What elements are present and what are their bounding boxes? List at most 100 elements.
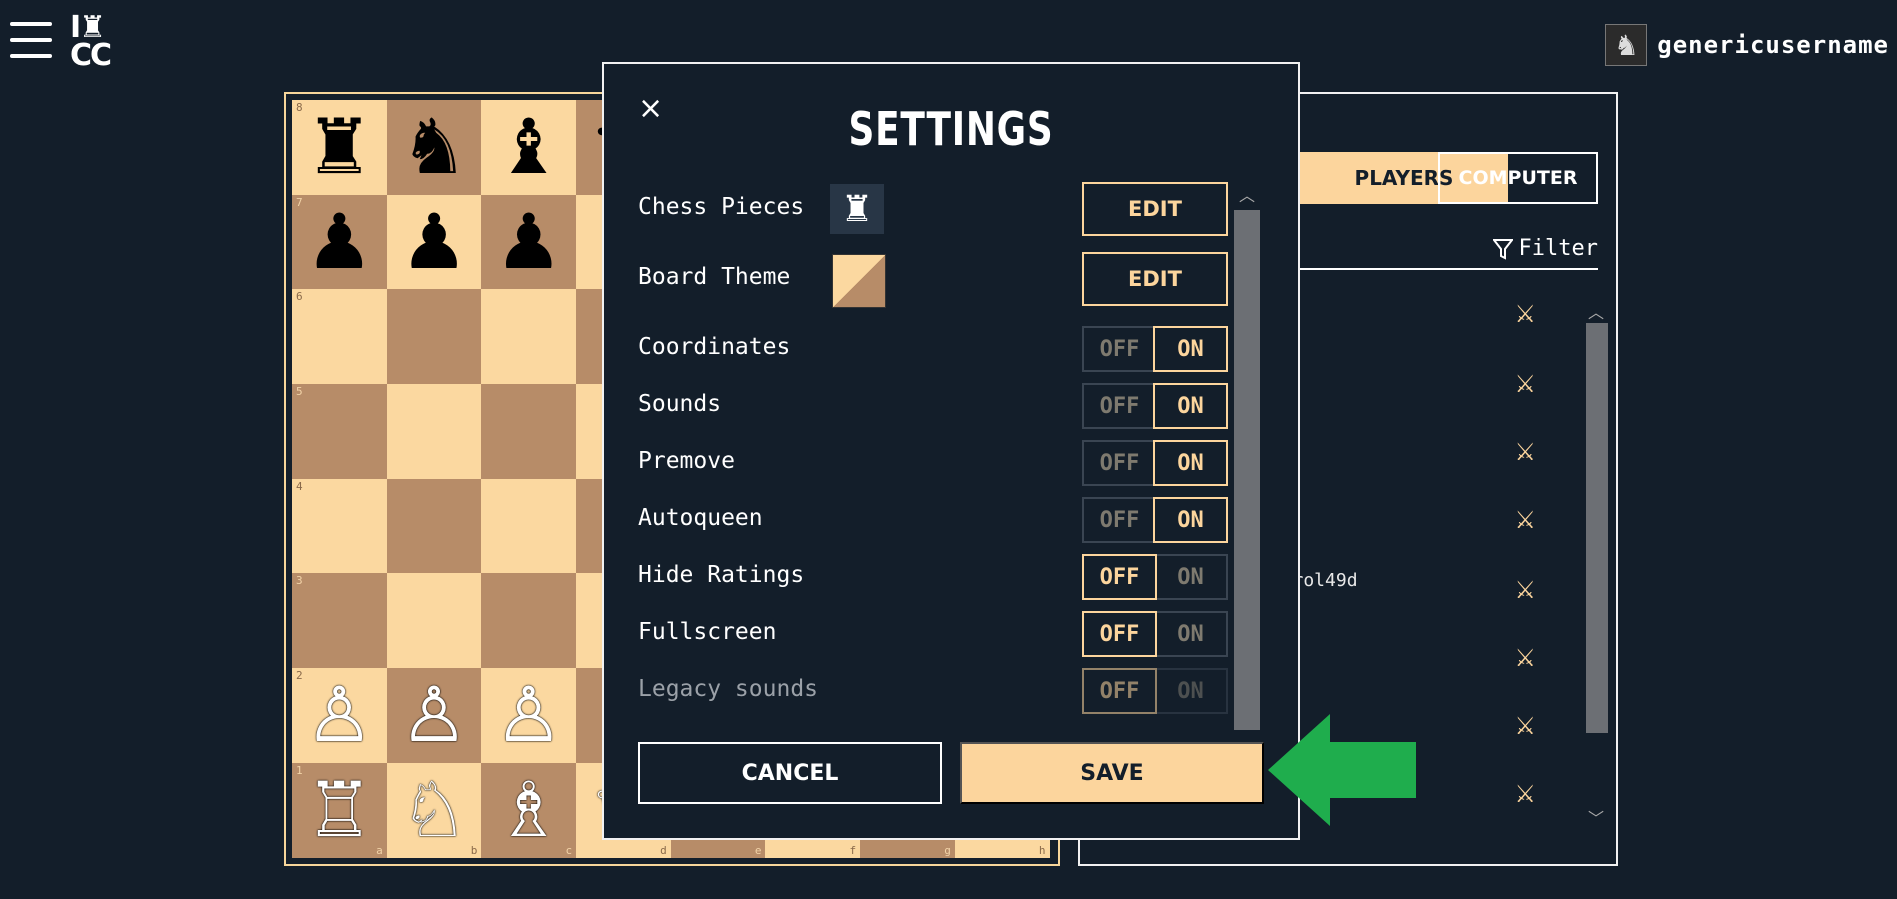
scroll-down-icon[interactable]: ﹀	[1588, 805, 1604, 829]
board-square[interactable]	[386, 573, 482, 669]
board-square[interactable]: 2 ♙	[292, 668, 387, 763]
toggle-switch[interactable]: OFF ON	[1082, 440, 1228, 486]
challenge-swords-icon[interactable]: ⚔	[1514, 644, 1536, 672]
username[interactable]: genericusername	[1657, 31, 1889, 59]
toggle-on-option[interactable]: ON	[1155, 613, 1226, 655]
challenge-swords-icon[interactable]: ⚔	[1514, 438, 1536, 466]
board-square[interactable]: 3	[292, 573, 387, 669]
toggle-off-option[interactable]: OFF	[1082, 611, 1157, 657]
file-label: c	[565, 843, 573, 857]
toggle-switch[interactable]: OFF ON	[1082, 554, 1228, 600]
filter-button[interactable]: Filter	[1492, 236, 1598, 261]
settings-scrollbar[interactable]: ︿	[1234, 182, 1260, 742]
avatar[interactable]: ♞	[1605, 24, 1648, 66]
setting-label: Coordinates	[638, 334, 791, 360]
challenge-swords-icon[interactable]: ⚔	[1514, 370, 1536, 398]
board-square[interactable]: ♞	[386, 100, 482, 195]
setting-label: Legacy sounds	[638, 676, 819, 702]
board-square[interactable]	[481, 478, 577, 574]
file-label: d	[660, 843, 667, 857]
board-square[interactable]: 8 ♜	[292, 100, 387, 195]
toggle-switch[interactable]: OFF ON	[1082, 326, 1228, 372]
chess-piece-icon[interactable]: ♙	[495, 677, 563, 753]
setting-coordinates: Coordinates OFF ON	[638, 322, 1228, 374]
chess-piece-icon[interactable]: ♟	[400, 204, 468, 280]
toggle-on-option[interactable]: ON	[1155, 556, 1226, 598]
scrollbar-thumb[interactable]	[1234, 210, 1260, 730]
board-square[interactable]	[481, 289, 577, 385]
chess-piece-icon[interactable]: ♗	[495, 772, 563, 848]
modal-title: SETTINGS	[848, 102, 1054, 156]
challenge-swords-icon[interactable]: ⚔	[1514, 506, 1536, 534]
board-square[interactable]	[386, 384, 482, 479]
challenge-swords-icon[interactable]: ⚔	[1514, 780, 1536, 808]
file-label: g	[944, 843, 951, 857]
hamburger-menu-icon[interactable]	[10, 22, 52, 62]
board-square[interactable]: 4	[292, 478, 387, 574]
scroll-up-icon[interactable]: ︿	[1239, 182, 1255, 206]
board-square[interactable]	[481, 384, 577, 479]
board-square[interactable]: c ♗	[481, 762, 577, 858]
board-square[interactable]: ♟	[386, 194, 482, 290]
scroll-up-icon[interactable]: ︿	[1588, 299, 1604, 323]
chess-piece-icon[interactable]: ♝	[495, 109, 563, 185]
save-button[interactable]: SAVE	[960, 742, 1264, 804]
board-square[interactable]: ♙	[386, 668, 482, 763]
challenge-swords-icon[interactable]: ⚔	[1514, 712, 1536, 740]
file-label: b	[470, 843, 478, 857]
toggle-on-option[interactable]: ON	[1153, 497, 1228, 543]
board-square[interactable]: b ♘	[386, 762, 482, 858]
scrollbar-thumb[interactable]	[1586, 323, 1608, 733]
toggle-on-option[interactable]: ON	[1153, 440, 1228, 486]
board-square[interactable]: ♟	[481, 194, 577, 290]
setting-label: Fullscreen	[638, 619, 777, 645]
chess-piece-icon[interactable]: ♘	[400, 772, 468, 848]
toggle-switch[interactable]: OFF ON	[1082, 668, 1228, 714]
file-label: e	[754, 843, 762, 857]
arrow-left-icon	[1268, 714, 1416, 826]
close-icon[interactable]: ×	[638, 94, 663, 124]
tab-computer[interactable]: COMPUTER	[1438, 152, 1598, 204]
chess-piece-icon[interactable]: ♙	[400, 677, 468, 753]
logo[interactable]: I♜ CC	[70, 13, 128, 73]
toggle-off-option[interactable]: OFF	[1084, 385, 1155, 427]
chess-piece-icon[interactable]: ♟	[305, 204, 373, 280]
toggle-on-option[interactable]: ON	[1155, 670, 1226, 712]
board-square[interactable]: 5	[292, 384, 387, 479]
challenge-swords-icon[interactable]: ⚔	[1514, 576, 1536, 604]
board-square[interactable]: ♙	[481, 668, 577, 763]
chess-piece-icon[interactable]: ♟	[495, 204, 563, 280]
logo-line2: CC	[70, 38, 112, 73]
board-square[interactable]	[386, 289, 482, 385]
board-square[interactable]: 7 ♟	[292, 194, 387, 290]
edit-pieces-button[interactable]: EDIT	[1082, 182, 1228, 236]
cancel-button[interactable]: CANCEL	[638, 742, 942, 804]
toggle-off-option[interactable]: OFF	[1084, 442, 1155, 484]
chess-piece-icon[interactable]: ♞	[400, 109, 468, 185]
toggle-switch[interactable]: OFF ON	[1082, 611, 1228, 657]
toggle-off-option[interactable]: OFF	[1082, 554, 1157, 600]
board-square[interactable]: ♝	[481, 100, 577, 195]
toggle-off-option[interactable]: OFF	[1084, 499, 1155, 541]
toggle-on-option[interactable]: ON	[1153, 326, 1228, 372]
player-list-scrollbar[interactable]: ︿ ﹀	[1584, 299, 1608, 829]
toggle-switch[interactable]: OFF ON	[1082, 383, 1228, 429]
setting-label: Chess Pieces	[638, 194, 805, 220]
setting-premove: Premove OFF ON	[638, 436, 1228, 488]
edit-board-theme-button[interactable]: EDIT	[1082, 252, 1228, 306]
toggle-on-option[interactable]: ON	[1153, 383, 1228, 429]
user-menu[interactable]: ♞ genericusername	[1605, 24, 1889, 66]
setting-sounds: Sounds OFF ON	[638, 379, 1228, 431]
toggle-off-option[interactable]: OFF	[1084, 328, 1155, 370]
chess-piece-icon[interactable]: ♙	[305, 677, 373, 753]
chess-piece-icon[interactable]: ♖	[305, 772, 373, 848]
board-square[interactable]	[386, 478, 482, 574]
challenge-swords-icon[interactable]: ⚔	[1514, 300, 1536, 328]
rank-label: 8	[296, 101, 303, 114]
chess-piece-icon[interactable]: ♜	[305, 109, 373, 185]
board-square[interactable]: 1 a ♖	[292, 762, 387, 858]
board-square[interactable]: 6	[292, 289, 387, 385]
toggle-off-option[interactable]: OFF	[1082, 668, 1157, 714]
board-square[interactable]	[481, 573, 577, 669]
toggle-switch[interactable]: OFF ON	[1082, 497, 1228, 543]
